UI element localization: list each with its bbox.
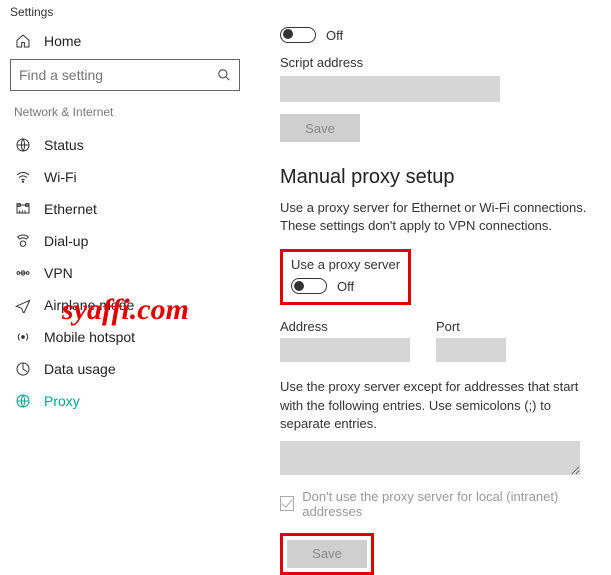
sidebar-section-label: Network & Internet bbox=[8, 105, 242, 129]
port-label: Port bbox=[436, 319, 506, 334]
sidebar-item-label: VPN bbox=[44, 265, 73, 281]
sidebar-item-label: Status bbox=[44, 137, 84, 153]
search-icon bbox=[217, 68, 231, 82]
home-icon bbox=[14, 33, 32, 49]
use-proxy-state: Off bbox=[337, 279, 354, 294]
sidebar-home[interactable]: Home bbox=[8, 27, 242, 59]
auto-save-button[interactable]: Save bbox=[280, 114, 360, 142]
dialup-icon bbox=[14, 233, 32, 249]
data-usage-icon bbox=[14, 361, 32, 377]
hotspot-icon bbox=[14, 329, 32, 345]
local-addresses-row[interactable]: Don't use the proxy server for local (in… bbox=[280, 489, 603, 519]
use-proxy-toggle[interactable] bbox=[291, 278, 327, 294]
script-address-label: Script address bbox=[280, 55, 603, 70]
search-input[interactable] bbox=[19, 67, 217, 83]
sidebar-item-vpn[interactable]: VPN bbox=[8, 257, 242, 289]
sidebar-item-label: Mobile hotspot bbox=[44, 329, 135, 345]
script-address-input[interactable] bbox=[280, 76, 500, 102]
auto-detect-toggle[interactable] bbox=[280, 27, 316, 43]
sidebar-item-label: Wi-Fi bbox=[44, 169, 77, 185]
auto-toggle-state: Off bbox=[326, 28, 343, 43]
sidebar-item-airplane[interactable]: Airplane mode bbox=[8, 289, 242, 321]
manual-proxy-desc: Use a proxy server for Ethernet or Wi-Fi… bbox=[280, 199, 590, 235]
address-input[interactable] bbox=[280, 338, 410, 362]
sidebar-item-hotspot[interactable]: Mobile hotspot bbox=[8, 321, 242, 353]
wifi-icon bbox=[14, 169, 32, 185]
sidebar-item-dialup[interactable]: Dial-up bbox=[8, 225, 242, 257]
exceptions-input[interactable] bbox=[280, 441, 580, 475]
sidebar-item-datausage[interactable]: Data usage bbox=[8, 353, 242, 385]
sidebar-item-wifi[interactable]: Wi-Fi bbox=[8, 161, 242, 193]
proxy-icon bbox=[14, 393, 32, 409]
airplane-icon bbox=[14, 297, 32, 313]
port-input[interactable] bbox=[436, 338, 506, 362]
home-label: Home bbox=[44, 33, 81, 49]
sidebar-item-proxy[interactable]: Proxy bbox=[8, 385, 242, 417]
ethernet-icon bbox=[14, 201, 32, 217]
sidebar: Home Network & Internet Status Wi-Fi bbox=[0, 21, 250, 575]
exceptions-text: Use the proxy server except for addresse… bbox=[280, 378, 590, 433]
manual-proxy-heading: Manual proxy setup bbox=[280, 166, 603, 189]
address-label: Address bbox=[280, 319, 410, 334]
highlight-save: Save bbox=[280, 533, 374, 575]
sidebar-item-label: Data usage bbox=[44, 361, 116, 377]
content-pane: Off Script address Save Manual proxy set… bbox=[250, 21, 611, 575]
sidebar-item-label: Ethernet bbox=[44, 201, 97, 217]
vpn-icon bbox=[14, 265, 32, 281]
sidebar-item-label: Proxy bbox=[44, 393, 80, 409]
sidebar-item-ethernet[interactable]: Ethernet bbox=[8, 193, 242, 225]
search-box[interactable] bbox=[10, 59, 240, 91]
manual-save-button[interactable]: Save bbox=[287, 540, 367, 568]
sidebar-item-label: Airplane mode bbox=[44, 297, 134, 313]
use-proxy-label: Use a proxy server bbox=[291, 257, 400, 272]
local-checkbox[interactable] bbox=[280, 496, 294, 511]
sidebar-item-status[interactable]: Status bbox=[8, 129, 242, 161]
status-icon bbox=[14, 137, 32, 153]
local-checkbox-label: Don't use the proxy server for local (in… bbox=[302, 489, 603, 519]
highlight-use-proxy: Use a proxy server Off bbox=[280, 249, 411, 305]
sidebar-item-label: Dial-up bbox=[44, 233, 88, 249]
app-title: Settings bbox=[0, 0, 611, 21]
auto-toggle-row: Off bbox=[280, 27, 603, 43]
